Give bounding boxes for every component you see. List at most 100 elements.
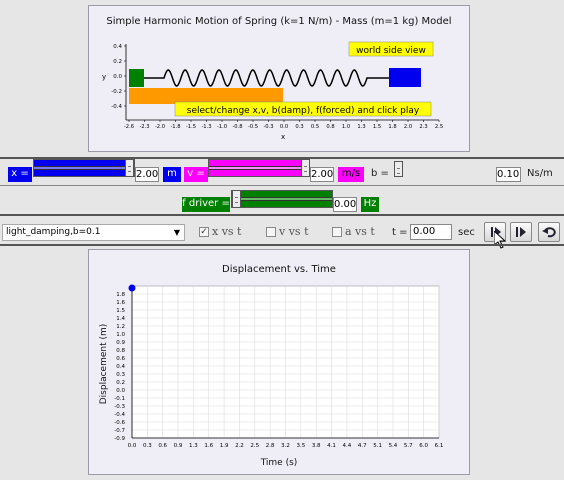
y-tick-label: 1.4 [116, 316, 125, 322]
y-tick-label: 1.0 [116, 332, 125, 338]
displacement-chart[interactable]: Displacement vs. Time Time (s) Displacem… [89, 250, 469, 474]
y-tick-label: 0.2 [116, 380, 125, 386]
x-tick-label: 1.9 [220, 443, 229, 449]
x-slider-knob[interactable] [125, 159, 134, 177]
step-button[interactable] [510, 222, 532, 242]
x-tick-label: 6.1 [435, 443, 444, 449]
y-tick-label: -0.1 [114, 396, 125, 402]
f-slider[interactable] [231, 190, 333, 208]
world-x-tick-label: -1.5 [186, 124, 196, 130]
y-tick-label: -0.7 [114, 428, 125, 434]
y-tick-label: 1.2 [116, 324, 125, 330]
f-value-field[interactable]: 0.00 [333, 197, 357, 212]
x-tick-label: 2.5 [250, 443, 259, 449]
b-label: b = [371, 168, 389, 179]
world-x-tick-label: -0.8 [232, 124, 242, 130]
x-tick-label: 3.5 [296, 443, 305, 449]
x-slider[interactable] [33, 159, 135, 177]
x-tick-label: 5.7 [404, 443, 413, 449]
y-tick-label: 0.3 [116, 372, 125, 378]
graph-panel: Displacement vs. Time Time (s) Displacem… [88, 249, 470, 475]
x-axis-label: x [281, 133, 285, 141]
world-x-tick-label: 2.3 [419, 124, 427, 130]
v-vs-t-label: v vs t [279, 225, 309, 238]
y-tick-label: 1.6 [116, 300, 125, 306]
x-tick-label: 1.3 [189, 443, 198, 449]
preset-selected: light_damping,b=0.1 [6, 227, 101, 237]
y-tick-label: 1.8 [116, 292, 125, 298]
mouse-cursor [494, 231, 506, 249]
chart-x-label: Time (s) [260, 458, 298, 468]
x-vs-t-checkbox[interactable]: ✓ [199, 227, 209, 237]
x-tick-label: 2.2 [235, 443, 244, 449]
y-tick-label: 0.4 [116, 364, 125, 370]
x-tick-label: 4.7 [358, 443, 367, 449]
divider [0, 244, 564, 246]
f-unit: Hz [361, 197, 379, 212]
t-value-field[interactable]: 0.00 [410, 224, 452, 240]
x-tick-label: 3.2 [281, 443, 290, 449]
chart-points [128, 284, 136, 292]
world-x-tick-label: 1.5 [373, 124, 381, 130]
v-vs-t-checkbox[interactable] [266, 227, 276, 237]
preset-dropdown[interactable]: light_damping,b=0.1 ▼ [2, 224, 185, 241]
x-tick-label: 1.6 [204, 443, 213, 449]
y-tick-label: -0.9 [114, 436, 125, 442]
chart-title: Displacement vs. Time [222, 264, 336, 275]
x-tick-label: 4.1 [327, 443, 336, 449]
spring-coil [144, 69, 389, 87]
y-tick-label: -0.6 [114, 420, 125, 426]
world-x-tick-label: -1.0 [217, 124, 227, 130]
world-x-tick-label: 0.5 [311, 124, 319, 130]
world-y-tick-label: 0.0 [113, 74, 122, 80]
orange-bar [129, 88, 283, 104]
cursor-icon [494, 231, 506, 249]
wall-block [129, 69, 144, 87]
x-tick-label: 2.8 [266, 443, 275, 449]
x-value-field[interactable]: 2.00 [135, 167, 159, 182]
world-x-tick-label: 1.3 [357, 124, 365, 130]
chart-grid [131, 285, 440, 439]
x-tick-label: 0.3 [143, 443, 152, 449]
world-view-box: Simple Harmonic Motion of Spring (k=1 N/… [88, 5, 470, 152]
world-x-tick-label: -2.3 [139, 124, 149, 130]
v-unit: m/s [338, 167, 364, 182]
x-unit: m [163, 167, 181, 182]
world-x-tick-label: 2.5 [435, 124, 443, 130]
x-tick-label: 0.6 [158, 443, 167, 449]
x-tick-label: 0.9 [174, 443, 183, 449]
xv-control-row: x = 2.00 m v = 2.00 m/s b = 0.10 Ns/m [0, 159, 564, 186]
b-slider-knob[interactable] [394, 161, 403, 177]
y-tick-label: 1.5 [116, 308, 125, 314]
world-x-tick-label: -2.6 [124, 124, 134, 130]
world-x-tick-label: -2.0 [155, 124, 165, 130]
hint-label: select/change x,v, b(damp), f(forced) an… [187, 106, 420, 116]
f-control-row: f driver = 0.00 Hz [0, 187, 564, 213]
world-x-tick-label: -1.3 [201, 124, 211, 130]
world-view-canvas[interactable]: 0.4 0.2 0.0 -0.2 -0.4 -2.6 -2.3 -2.0 -1.8 -1.5 -1.… [89, 6, 469, 151]
f-slider-knob[interactable] [232, 190, 241, 208]
data-point [128, 284, 136, 292]
world-label: world side view [356, 46, 426, 56]
world-x-tick-label: 0.0 [280, 124, 288, 130]
a-vs-t-checkbox[interactable] [332, 227, 342, 237]
chart-y-label: Displacement (m) [99, 324, 109, 405]
world-y-tick-label: 0.2 [113, 59, 122, 65]
x-tick-label: 5.1 [373, 443, 382, 449]
world-x-tick-label: 0.8 [326, 124, 334, 130]
divider [0, 214, 564, 216]
a-vs-t-label: a vs t [345, 225, 375, 238]
v-slider[interactable] [208, 159, 310, 177]
b-value-field[interactable]: 0.10 [496, 167, 521, 182]
x-label: x = [8, 167, 32, 182]
v-slider-knob[interactable] [301, 159, 310, 177]
divider [0, 185, 564, 186]
x-tick-label: 4.4 [343, 443, 352, 449]
x-tick-label: 5.4 [389, 443, 398, 449]
t-unit: sec [458, 227, 475, 238]
world-x-tick-label: -0.3 [263, 124, 273, 130]
world-x-tick-label: 1.0 [342, 124, 350, 130]
v-value-field[interactable]: 2.00 [310, 167, 334, 182]
mass-block[interactable] [389, 68, 421, 87]
reset-button[interactable] [538, 222, 560, 242]
